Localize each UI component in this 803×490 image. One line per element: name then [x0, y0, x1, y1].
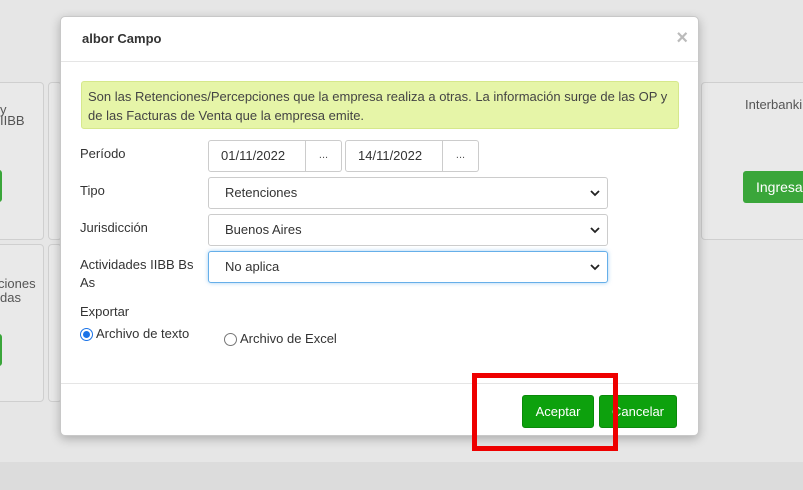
jurisdiccion-select[interactable]: Buenos Aires [208, 214, 608, 246]
chevron-down-icon [590, 190, 600, 197]
dialog-header: albor Campo × [61, 17, 698, 62]
radio-button[interactable] [224, 332, 237, 346]
background-card-text: IIBB [0, 113, 25, 128]
background-card-text: das [0, 290, 21, 305]
close-icon[interactable]: × [676, 27, 688, 49]
periodo-from-group: 01/11/2022 ... [208, 140, 342, 172]
info-message: Son las Retenciones/Percepciones que la … [81, 81, 679, 129]
jurisdiccion-select-value: Buenos Aires [225, 222, 302, 237]
background-footer-strip [0, 462, 803, 490]
radio-label: Archivo de Excel [240, 331, 337, 346]
ellipsis-icon[interactable]: ... [306, 140, 342, 172]
dialog-title: albor Campo [82, 31, 162, 46]
background-card-text: ciones [0, 276, 36, 291]
ellipsis-icon[interactable]: ... [443, 140, 479, 172]
chevron-down-icon [590, 264, 600, 271]
radio-label: Archivo de texto [96, 326, 190, 341]
background-card-left-bottom [0, 244, 44, 402]
background-ingresar-button: Ingresar [743, 171, 803, 203]
periodo-from-input[interactable]: 01/11/2022 [208, 140, 306, 172]
background-button [0, 334, 2, 366]
chevron-down-icon [590, 227, 600, 234]
radio-archivo-texto[interactable]: Archivo de texto [80, 326, 189, 342]
annotation-highlight-box [472, 373, 618, 451]
tipo-select[interactable]: Retenciones [208, 177, 608, 209]
tipo-select-value: Retenciones [225, 185, 298, 200]
background-card-text: Interbanki [745, 97, 803, 112]
actividades-select[interactable]: No aplica [208, 251, 608, 283]
tipo-label: Tipo [80, 183, 105, 198]
exportar-label: Exportar [80, 304, 130, 319]
actividades-label: As [80, 275, 96, 290]
actividades-select-value: No aplica [225, 259, 280, 274]
actividades-label: Actividades IIBB Bs [80, 257, 194, 272]
periodo-to-input[interactable]: 14/11/2022 [345, 140, 443, 172]
periodo-to-group: 14/11/2022 ... [345, 140, 479, 172]
periodo-label: Período [80, 146, 126, 161]
radio-button-checked[interactable] [80, 327, 93, 341]
background-button [0, 170, 2, 202]
jurisdiccion-label: Jurisdicción [80, 220, 148, 235]
radio-archivo-excel[interactable]: Archivo de Excel [224, 331, 337, 347]
